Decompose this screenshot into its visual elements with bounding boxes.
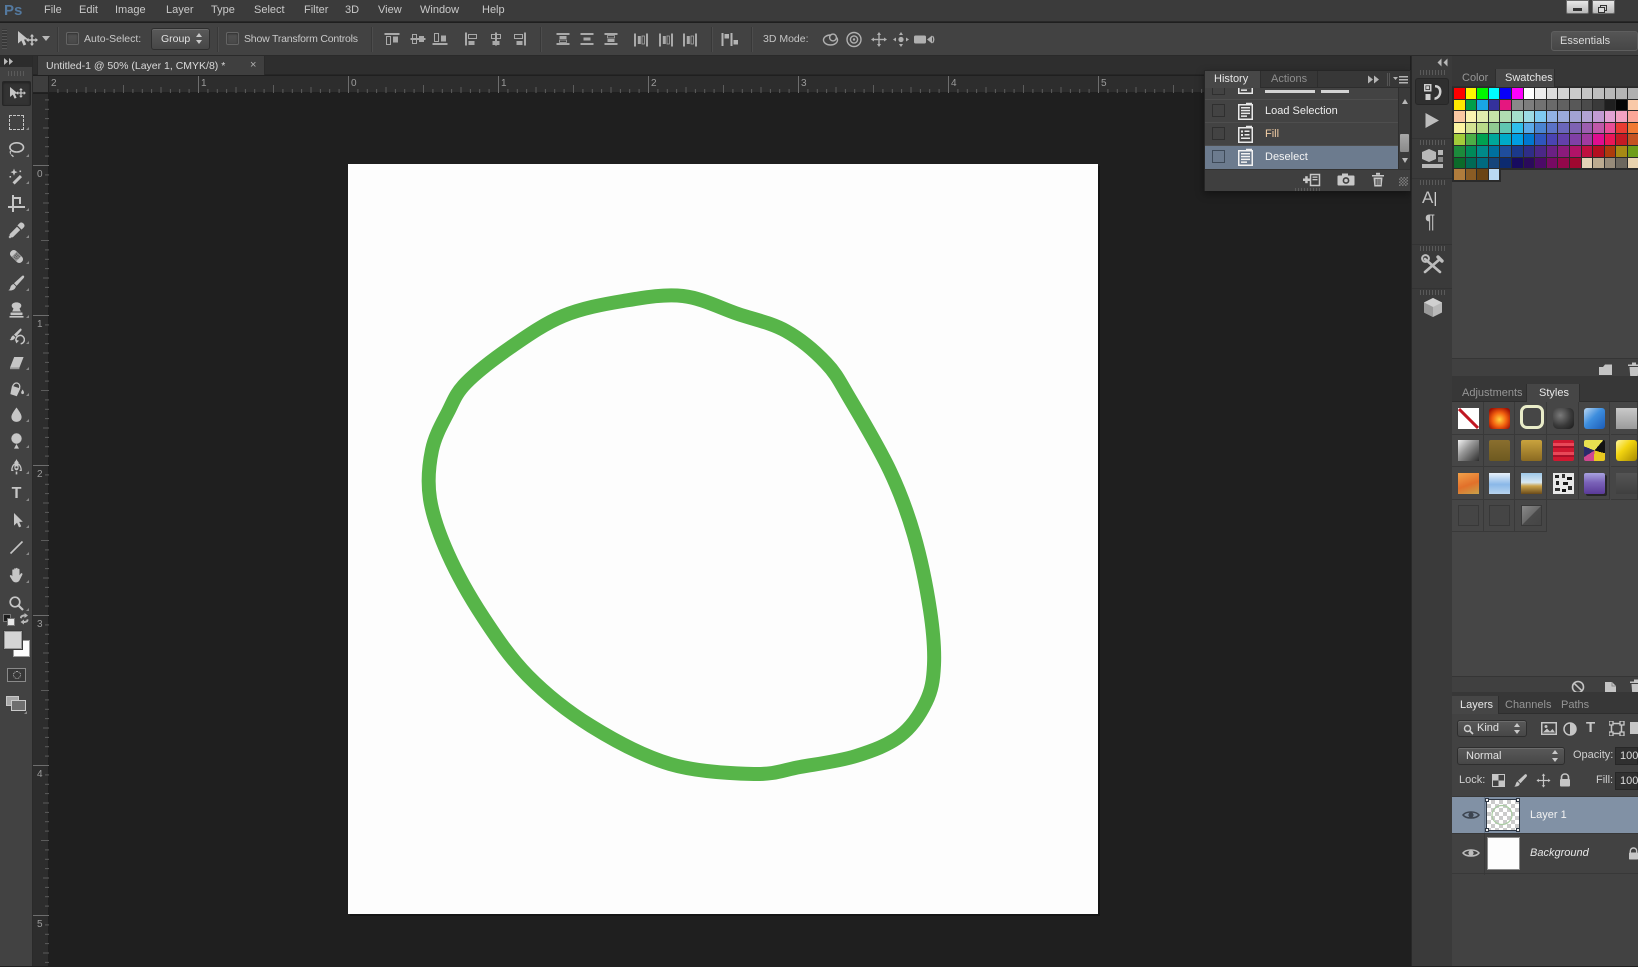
svg-text:1: 1: [501, 78, 507, 89]
svg-text:5: 5: [37, 919, 43, 930]
svg-text:5: 5: [1101, 78, 1107, 89]
svg-text:0: 0: [351, 78, 357, 89]
svg-text:0: 0: [37, 169, 43, 180]
svg-text:2: 2: [651, 78, 657, 89]
svg-text:2: 2: [37, 469, 43, 480]
svg-text:4: 4: [951, 78, 957, 89]
svg-text:1: 1: [37, 319, 43, 330]
svg-text:1: 1: [201, 78, 207, 89]
svg-text:2: 2: [51, 78, 57, 89]
svg-text:3: 3: [801, 78, 807, 89]
svg-text:4: 4: [37, 769, 43, 780]
svg-text:3: 3: [37, 619, 43, 630]
